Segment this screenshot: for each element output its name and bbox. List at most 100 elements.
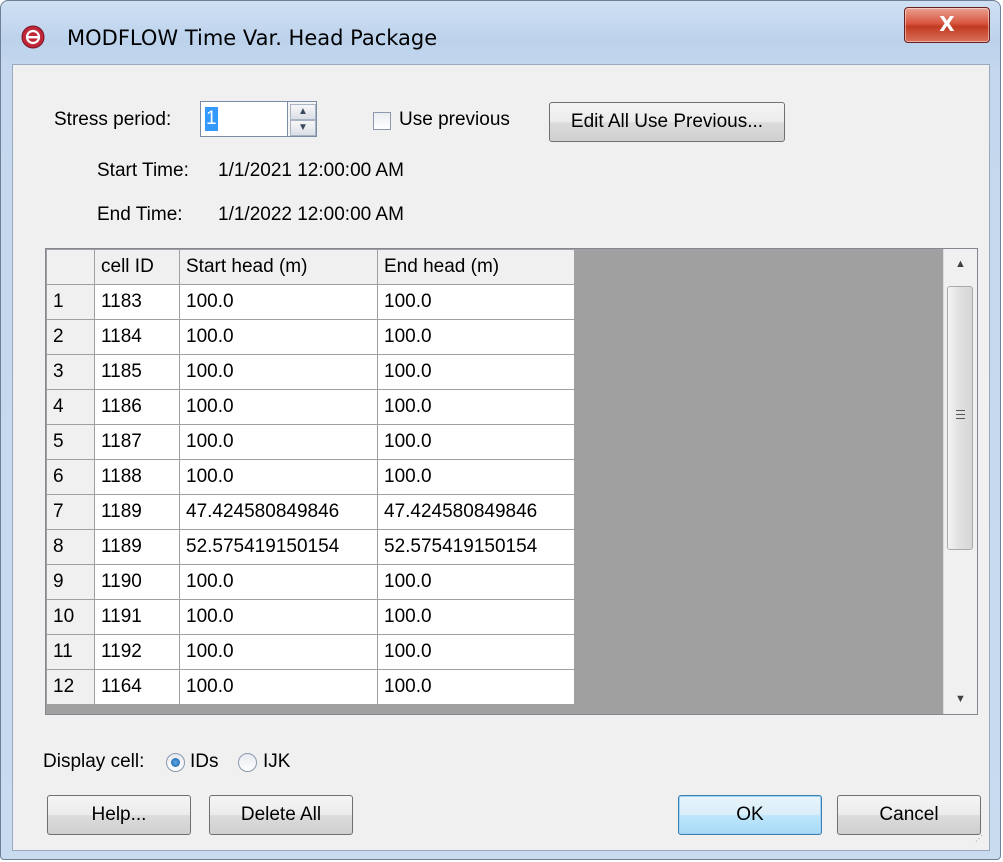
start-head-cell[interactable]: 100.0	[179, 599, 378, 635]
row-number-cell: 9	[46, 564, 95, 600]
ijk-radio[interactable]	[238, 753, 257, 772]
row-number-cell: 6	[46, 459, 95, 495]
end-time-label: End Time:	[97, 204, 183, 225]
row-number-cell: 8	[46, 529, 95, 565]
dialog-window: MODFLOW Time Var. Head Package X Stress …	[0, 0, 1001, 860]
end-head-cell[interactable]: 100.0	[377, 564, 575, 600]
table-header-row: cell ID Start head (m) End head (m)	[46, 249, 575, 285]
cell-id-cell[interactable]: 1189	[94, 494, 180, 530]
use-previous-checkbox[interactable]	[373, 112, 391, 130]
row-number-cell: 1	[46, 284, 95, 320]
stress-period-spinner[interactable]: ▲ ▼	[287, 101, 317, 137]
table-row[interactable]: 3 1185 100.0 100.0	[46, 354, 575, 390]
start-head-cell[interactable]: 100.0	[179, 284, 378, 320]
end-head-cell[interactable]: 100.0	[377, 319, 575, 355]
table-row[interactable]: 6 1188 100.0 100.0	[46, 459, 575, 495]
end-head-cell[interactable]: 100.0	[377, 459, 575, 495]
cell-id-cell[interactable]: 1184	[94, 319, 180, 355]
cell-id-cell[interactable]: 1191	[94, 599, 180, 635]
end-head-cell[interactable]: 100.0	[377, 354, 575, 390]
table-row[interactable]: 8 1189 52.575419150154 52.575419150154	[46, 529, 575, 565]
table-row[interactable]: 4 1186 100.0 100.0	[46, 389, 575, 425]
scroll-thumb[interactable]	[947, 286, 973, 550]
cell-id-cell[interactable]: 1183	[94, 284, 180, 320]
close-button[interactable]: X	[904, 7, 990, 43]
start-head-cell[interactable]: 100.0	[179, 634, 378, 670]
window-title: MODFLOW Time Var. Head Package	[67, 26, 438, 50]
stress-period-value: 1	[205, 107, 218, 131]
table-row[interactable]: 12 1164 100.0 100.0	[46, 669, 575, 705]
row-number-cell: 11	[46, 634, 95, 670]
row-number-cell: 5	[46, 424, 95, 460]
column-header-start-head[interactable]: Start head (m)	[179, 249, 378, 285]
ok-button[interactable]: OK	[678, 795, 822, 835]
table-row[interactable]: 11 1192 100.0 100.0	[46, 634, 575, 670]
start-head-cell[interactable]: 100.0	[179, 424, 378, 460]
table-row[interactable]: 7 1189 47.424580849846 47.424580849846	[46, 494, 575, 530]
ids-radio-label: IDs	[190, 751, 219, 772]
cell-id-cell[interactable]: 1192	[94, 634, 180, 670]
vertical-scrollbar[interactable]: ▲ ▼	[943, 249, 977, 714]
display-cell-label: Display cell:	[43, 751, 145, 772]
ijk-radio-label: IJK	[263, 751, 291, 772]
start-head-cell[interactable]: 52.575419150154	[179, 529, 378, 565]
end-head-cell[interactable]: 100.0	[377, 669, 575, 705]
row-number-cell: 12	[46, 669, 95, 705]
data-table: cell ID Start head (m) End head (m) 1 118…	[46, 249, 575, 705]
cell-id-cell[interactable]: 1188	[94, 459, 180, 495]
start-head-cell[interactable]: 100.0	[179, 389, 378, 425]
corner-header	[46, 249, 95, 285]
start-head-cell[interactable]: 100.0	[179, 319, 378, 355]
end-head-cell[interactable]: 47.424580849846	[377, 494, 575, 530]
title-bar[interactable]: MODFLOW Time Var. Head Package X	[1, 1, 1000, 63]
start-head-cell[interactable]: 100.0	[179, 354, 378, 390]
table-row[interactable]: 5 1187 100.0 100.0	[46, 424, 575, 460]
row-number-cell: 2	[46, 319, 95, 355]
end-time-value: 1/1/2022 12:00:00 AM	[218, 204, 404, 225]
use-previous-label: Use previous	[399, 109, 510, 130]
cell-id-cell[interactable]: 1164	[94, 669, 180, 705]
row-number-cell: 7	[46, 494, 95, 530]
row-number-cell: 3	[46, 354, 95, 390]
table-row[interactable]: 2 1184 100.0 100.0	[46, 319, 575, 355]
start-head-cell[interactable]: 100.0	[179, 459, 378, 495]
start-time-value: 1/1/2021 12:00:00 AM	[218, 160, 404, 181]
cell-id-cell[interactable]: 1186	[94, 389, 180, 425]
stress-period-input[interactable]: 1	[200, 101, 288, 137]
table-row[interactable]: 1 1183 100.0 100.0	[46, 284, 575, 320]
start-head-cell[interactable]: 100.0	[179, 669, 378, 705]
end-head-cell[interactable]: 100.0	[377, 634, 575, 670]
app-icon	[21, 25, 45, 49]
end-head-cell[interactable]: 100.0	[377, 389, 575, 425]
cell-id-cell[interactable]: 1185	[94, 354, 180, 390]
row-number-cell: 4	[46, 389, 95, 425]
start-head-cell[interactable]: 100.0	[179, 564, 378, 600]
cell-id-cell[interactable]: 1187	[94, 424, 180, 460]
delete-all-button[interactable]: Delete All	[209, 795, 353, 835]
ids-radio[interactable]	[166, 753, 185, 772]
cell-id-cell[interactable]: 1189	[94, 529, 180, 565]
head-data-grid[interactable]: cell ID Start head (m) End head (m) 1 118…	[45, 248, 978, 715]
cancel-button[interactable]: Cancel	[837, 795, 981, 835]
edit-all-use-previous-button[interactable]: Edit All Use Previous...	[549, 102, 785, 142]
resize-grip-icon[interactable]: ⋰	[975, 835, 987, 848]
start-head-cell[interactable]: 47.424580849846	[179, 494, 378, 530]
end-head-cell[interactable]: 52.575419150154	[377, 529, 575, 565]
scroll-up-icon[interactable]: ▲	[944, 249, 977, 279]
row-number-cell: 10	[46, 599, 95, 635]
dialog-client-area: Stress period: 1 ▲ ▼ Use previous Edit A…	[12, 64, 990, 851]
end-head-cell[interactable]: 100.0	[377, 599, 575, 635]
spinner-up-icon[interactable]: ▲	[290, 104, 316, 120]
end-head-cell[interactable]: 100.0	[377, 424, 575, 460]
column-header-end-head[interactable]: End head (m)	[377, 249, 575, 285]
close-icon: X	[939, 12, 955, 36]
cell-id-cell[interactable]: 1190	[94, 564, 180, 600]
column-header-cell-id[interactable]: cell ID	[94, 249, 180, 285]
spinner-down-icon[interactable]: ▼	[290, 120, 316, 136]
table-row[interactable]: 10 1191 100.0 100.0	[46, 599, 575, 635]
scroll-down-icon[interactable]: ▼	[944, 684, 977, 714]
help-button[interactable]: Help...	[47, 795, 191, 835]
end-head-cell[interactable]: 100.0	[377, 284, 575, 320]
table-row[interactable]: 9 1190 100.0 100.0	[46, 564, 575, 600]
stress-period-label: Stress period:	[54, 109, 172, 130]
